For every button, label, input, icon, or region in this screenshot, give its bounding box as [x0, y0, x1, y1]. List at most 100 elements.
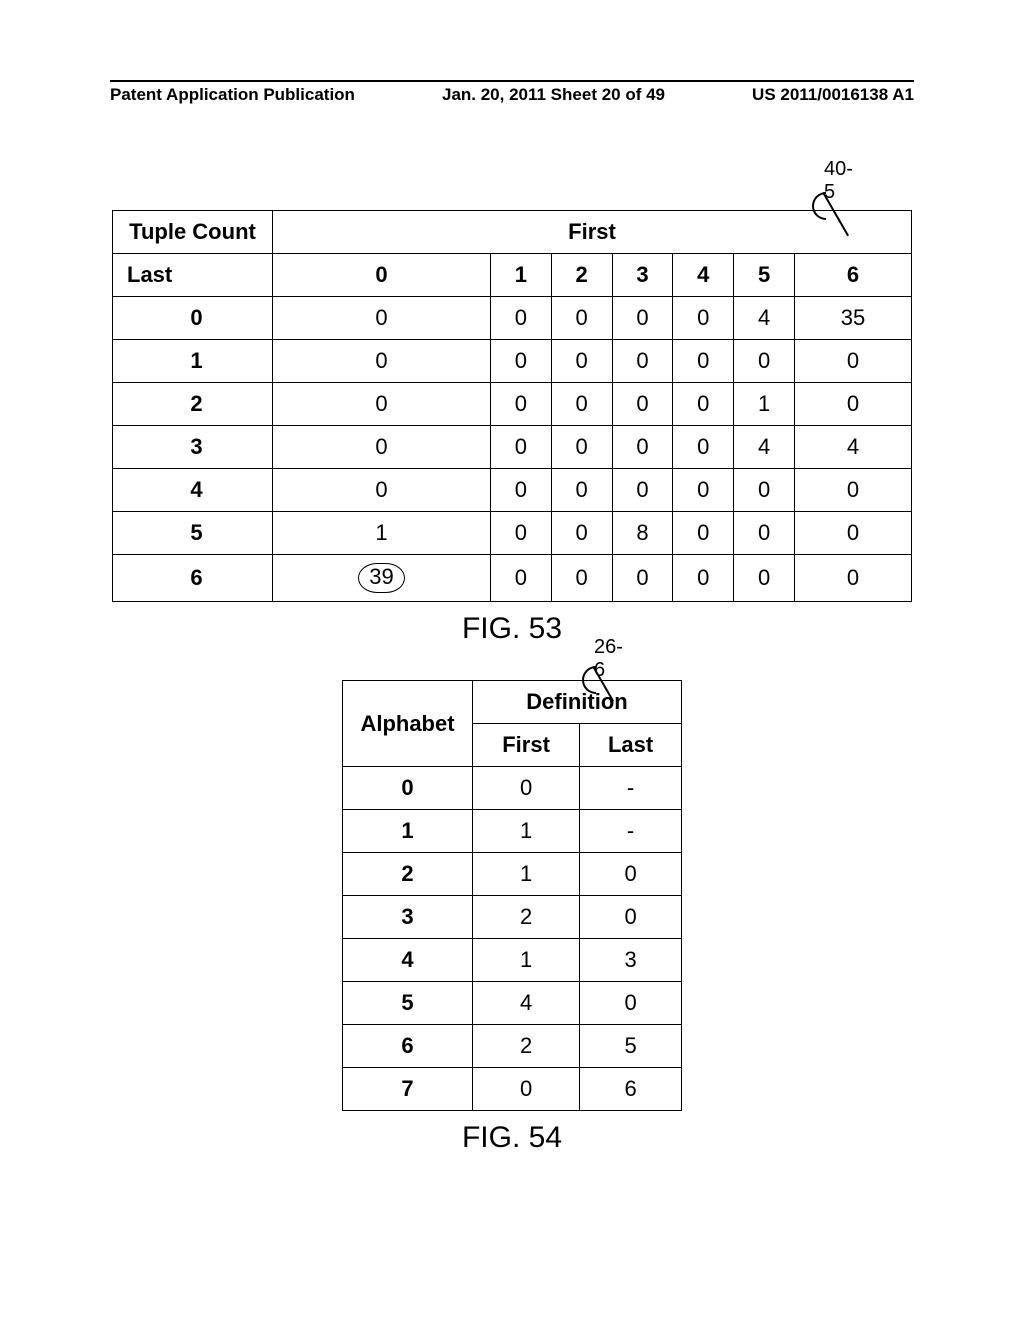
row-header: 1 [113, 340, 273, 383]
cell: 0 [273, 383, 491, 426]
cell: - [580, 810, 682, 853]
row-header: 0 [113, 297, 273, 340]
row-group-header: Last [113, 254, 273, 297]
cell: - [580, 767, 682, 810]
cell: 0 [273, 426, 491, 469]
header-right: US 2011/0016138 A1 [752, 85, 914, 105]
definition-header: Definition [473, 681, 682, 724]
cell: 0 [612, 426, 673, 469]
cell: 0 [551, 512, 612, 555]
cell: 0 [490, 555, 551, 602]
cell: 0 [490, 512, 551, 555]
col-header: 1 [490, 254, 551, 297]
cell: 0 [273, 469, 491, 512]
cell: 0 [795, 340, 912, 383]
table-row: 0 0 - [343, 767, 682, 810]
col-header: 5 [734, 254, 795, 297]
cell: 0 [273, 297, 491, 340]
table-row: Alphabet Definition [343, 681, 682, 724]
table-row: 5 4 0 [343, 982, 682, 1025]
cell: 0 [673, 512, 734, 555]
col-header: 4 [673, 254, 734, 297]
cell: 1 [273, 512, 491, 555]
corner-header: Tuple Count [113, 211, 273, 254]
col-group-header: First [273, 211, 912, 254]
table-row: Tuple Count First [113, 211, 912, 254]
cell: 4 [473, 982, 580, 1025]
row-header: 0 [343, 767, 473, 810]
row-header: 3 [343, 896, 473, 939]
row-header: 4 [113, 469, 273, 512]
cell: 0 [612, 340, 673, 383]
cell: 0 [551, 555, 612, 602]
table-row: Last 0 1 2 3 4 5 6 [113, 254, 912, 297]
cell: 0 [612, 383, 673, 426]
cell: 0 [580, 896, 682, 939]
cell-circled: 39 [273, 555, 491, 602]
figure-53: 40-5 Tuple Count First Last 0 1 2 3 4 5 … [112, 210, 912, 646]
figure-54-caption: FIG. 54 [342, 1121, 682, 1155]
tuple-count-table: Tuple Count First Last 0 1 2 3 4 5 6 0 0… [112, 210, 912, 602]
table-row: 2 1 0 [343, 853, 682, 896]
cell: 4 [734, 297, 795, 340]
cell: 0 [473, 767, 580, 810]
cell: 0 [551, 426, 612, 469]
table-row: 6 39 0 0 0 0 0 0 [113, 555, 912, 602]
cell: 1 [473, 939, 580, 982]
col-header: 6 [795, 254, 912, 297]
cell: 0 [673, 340, 734, 383]
cell: 6 [580, 1068, 682, 1111]
sub-header-first: First [473, 724, 580, 767]
cell: 0 [795, 383, 912, 426]
cell: 3 [580, 939, 682, 982]
cell: 0 [490, 426, 551, 469]
row-header: 4 [343, 939, 473, 982]
cell: 0 [734, 555, 795, 602]
table-row: 1 1 - [343, 810, 682, 853]
header-center: Jan. 20, 2011 Sheet 20 of 49 [442, 85, 665, 105]
cell: 0 [612, 555, 673, 602]
table-row: 7 0 6 [343, 1068, 682, 1111]
alphabet-header: Alphabet [343, 681, 473, 767]
row-header: 1 [343, 810, 473, 853]
row-header: 6 [343, 1025, 473, 1068]
cell: 1 [473, 853, 580, 896]
cell: 0 [273, 340, 491, 383]
col-header: 0 [273, 254, 491, 297]
cell: 0 [734, 340, 795, 383]
row-header: 2 [343, 853, 473, 896]
cell: 4 [734, 426, 795, 469]
col-header: 3 [612, 254, 673, 297]
cell: 4 [795, 426, 912, 469]
cell: 0 [795, 469, 912, 512]
cell: 0 [473, 1068, 580, 1111]
cell: 0 [551, 340, 612, 383]
cell: 0 [490, 469, 551, 512]
cell: 0 [673, 426, 734, 469]
cell: 0 [673, 555, 734, 602]
cell: 0 [673, 469, 734, 512]
table-row: 6 2 5 [343, 1025, 682, 1068]
row-header: 5 [113, 512, 273, 555]
row-header: 3 [113, 426, 273, 469]
cell: 0 [580, 982, 682, 1025]
table-row: 3 2 0 [343, 896, 682, 939]
row-header: 2 [113, 383, 273, 426]
cell: 0 [490, 340, 551, 383]
cell: 0 [795, 512, 912, 555]
cell: 0 [490, 297, 551, 340]
table-row: 4 0 0 0 0 0 0 0 [113, 469, 912, 512]
cell: 0 [490, 383, 551, 426]
col-header: 2 [551, 254, 612, 297]
alphabet-table: Alphabet Definition First Last 0 0 - 1 1… [342, 680, 682, 1111]
cell: 0 [673, 297, 734, 340]
table-row: 0 0 0 0 0 0 4 35 [113, 297, 912, 340]
page-header: Patent Application Publication Jan. 20, … [110, 85, 914, 105]
cell: 0 [612, 469, 673, 512]
header-left: Patent Application Publication [110, 85, 355, 105]
cell: 1 [734, 383, 795, 426]
cell: 1 [473, 810, 580, 853]
row-header: 6 [113, 555, 273, 602]
cell: 8 [612, 512, 673, 555]
cell: 0 [795, 555, 912, 602]
